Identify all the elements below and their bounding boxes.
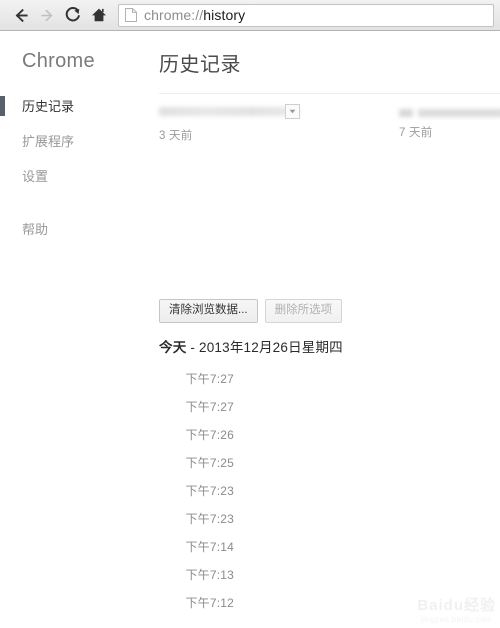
history-time: 下午7:12	[185, 595, 234, 610]
table-row[interactable]: 下午7:27	[150, 364, 500, 392]
history-time: 下午7:27	[185, 399, 234, 414]
address-bar-text: chrome://history	[144, 8, 245, 22]
sidebar-item-label: 历史记录	[22, 99, 75, 114]
title-divider	[159, 93, 500, 94]
history-time: 下午7:25	[185, 455, 234, 470]
day-header-date: 2013年12月26日星期四	[199, 340, 343, 355]
table-row[interactable]: 下午7:26	[150, 420, 500, 448]
clear-browsing-data-button[interactable]: 清除浏览数据...	[159, 299, 258, 324]
recent-entry-age: 7 天前	[399, 127, 433, 139]
day-header: 今天 - 2013年12月26日星期四	[159, 336, 343, 356]
back-button[interactable]	[8, 2, 34, 28]
forward-button[interactable]	[34, 2, 60, 28]
reload-button[interactable]	[60, 2, 86, 28]
address-bar[interactable]: chrome://history	[118, 3, 494, 27]
reload-icon	[65, 7, 80, 22]
sidebar-item-label: 帮助	[22, 221, 49, 237]
history-page: Chrome 历史记录 扩展程序 设置 帮助 历史记录 3 天前 7 天前 清除…	[0, 32, 500, 628]
table-row[interactable]: 下午7:14	[150, 532, 500, 560]
home-icon	[92, 8, 106, 22]
address-host: history	[203, 7, 246, 23]
sidebar-item-settings[interactable]: 设置	[0, 165, 150, 190]
entry-dropdown-button[interactable]	[285, 104, 300, 119]
day-header-separator: -	[186, 340, 200, 355]
main-content: 历史记录 3 天前 7 天前 清除浏览数据... 删除所选项 今天 - 2013…	[150, 32, 500, 628]
history-time: 下午7:14	[185, 539, 234, 554]
table-row[interactable]: 下午7:25	[150, 448, 500, 476]
table-row[interactable]: 下午7:23	[150, 476, 500, 504]
sidebar-item-extensions[interactable]: 扩展程序	[0, 130, 150, 155]
table-row[interactable]: 下午7:23	[150, 504, 500, 532]
chrome-brand-label: Chrome	[22, 50, 95, 72]
history-time: 下午7:23	[185, 483, 234, 498]
history-time: 下午7:23	[185, 511, 234, 526]
document-icon	[125, 8, 137, 22]
day-header-today: 今天	[159, 340, 187, 355]
table-row[interactable]: 下午7:27	[150, 392, 500, 420]
back-arrow-icon	[15, 8, 28, 22]
chevron-down-icon	[289, 109, 296, 114]
browser-toolbar: chrome://history	[0, 0, 500, 31]
forward-arrow-icon	[40, 9, 52, 21]
home-button[interactable]	[86, 2, 112, 28]
history-time: 下午7:13	[185, 567, 234, 582]
history-time: 下午7:26	[185, 427, 234, 442]
sidebar: Chrome 历史记录 扩展程序 设置 帮助	[0, 32, 150, 628]
sidebar-item-label: 设置	[22, 168, 49, 184]
page-title: 历史记录	[159, 54, 241, 76]
recent-entry[interactable]: 7 天前	[399, 104, 500, 140]
selection-indicator	[0, 96, 5, 116]
address-scheme: chrome://	[144, 7, 204, 23]
sidebar-item-label: 扩展程序	[22, 133, 75, 149]
table-row[interactable]: 下午7:12	[150, 588, 500, 616]
sidebar-item-help[interactable]: 帮助	[0, 218, 150, 243]
sidebar-item-history[interactable]: 历史记录	[0, 95, 150, 120]
sidebar-nav: 历史记录 扩展程序 设置 帮助	[0, 95, 150, 243]
history-list: 下午7:27 下午7:27 下午7:26 下午7:25 下午7:23 下午7:2…	[150, 364, 500, 616]
remove-selected-button[interactable]: 删除所选项	[264, 299, 343, 324]
redacted-entry-title	[399, 104, 500, 117]
history-time: 下午7:27	[185, 371, 234, 386]
history-actions: 清除浏览数据... 删除所选项	[159, 299, 343, 324]
recent-entries-row: 3 天前 7 天前	[159, 104, 500, 148]
table-row[interactable]: 下午7:13	[150, 560, 500, 588]
redacted-entry-title	[159, 107, 299, 116]
recent-entry[interactable]: 3 天前	[159, 104, 389, 148]
recent-entry-age: 3 天前	[159, 130, 193, 142]
